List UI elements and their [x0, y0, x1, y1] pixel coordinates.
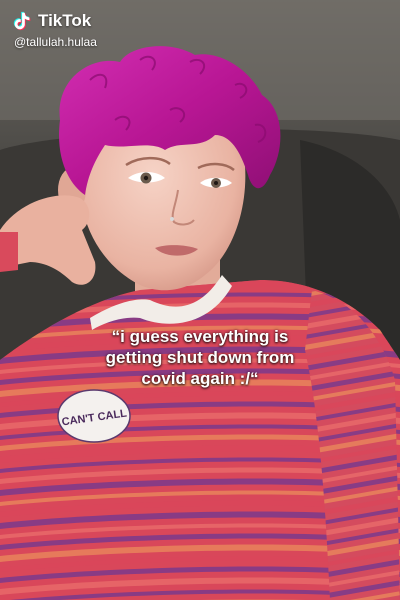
sticker: CAN'T CALL — [57, 389, 131, 443]
tiktok-brand-text: TikTok — [38, 11, 92, 30]
caption-line: getting shut down from — [105, 348, 295, 367]
caption-line: “i guess everything is — [111, 327, 289, 346]
tiktok-brand-row: TikTok — [12, 10, 91, 32]
tiktok-logo-icon — [13, 11, 31, 31]
caption-overlay: “i guess everything is getting shut down… — [30, 326, 370, 389]
caption-line: covid again :/“ — [141, 369, 259, 388]
tiktok-watermark: TikTok @tallulah.hulaa — [12, 10, 97, 49]
selfie-photo: CAN'T CALL — [0, 0, 400, 600]
creator-handle: @tallulah.hulaa — [14, 35, 97, 49]
nose-piercing — [170, 217, 174, 221]
wrist — [0, 232, 18, 272]
